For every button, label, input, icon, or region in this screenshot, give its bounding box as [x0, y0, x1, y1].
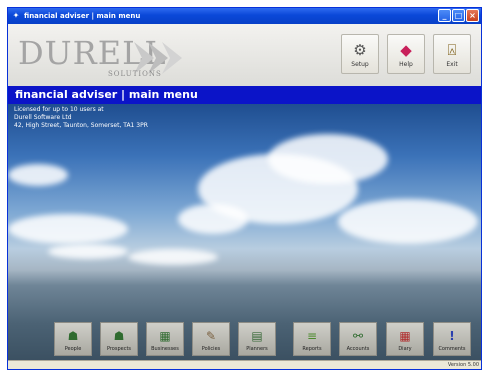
setup-icon: ⚙ [353, 41, 367, 59]
version-label: Version 5.00 [447, 362, 479, 368]
durell-logo: DURELL SOLUTIONS [16, 30, 186, 80]
prospects-icon: ☗ [113, 329, 125, 343]
planners-icon: ▤ [251, 329, 263, 343]
header: DURELL SOLUTIONS ⚙ Setup ◆ Help ⍓ Exit [8, 24, 481, 88]
people-button[interactable]: ☗ People [54, 322, 92, 356]
licence-line-1: Licensed for up to 10 users at [14, 106, 104, 113]
people-label: People [64, 346, 82, 352]
setup-label: Setup [351, 61, 369, 68]
comments-label: Comments [438, 346, 466, 352]
close-button[interactable]: × [466, 9, 479, 22]
logo-subtitle: SOLUTIONS [108, 70, 162, 78]
comments-button[interactable]: ! Comments [433, 322, 471, 356]
comments-icon: ! [449, 329, 455, 343]
app-window: ✦ financial adviser | main menu _ □ × DU… [7, 7, 482, 370]
background-image: Licensed for up to 10 users at Durell So… [8, 104, 481, 363]
diary-label: Diary [398, 346, 412, 352]
accounts-button[interactable]: ⚯ Accounts [339, 322, 377, 356]
exit-icon: ⍓ [447, 41, 457, 59]
help-button[interactable]: ◆ Help [387, 34, 425, 74]
exit-label: Exit [446, 61, 458, 68]
diary-button[interactable]: ▦ Diary [386, 322, 424, 356]
policies-button[interactable]: ✎ Policies [192, 322, 230, 356]
businesses-button[interactable]: ▦ Businesses [146, 322, 184, 356]
reports-label: Reports [302, 346, 322, 352]
accounts-label: Accounts [346, 346, 370, 352]
people-icon: ☗ [67, 329, 79, 343]
page-title: financial adviser | main menu [15, 88, 198, 101]
prospects-button[interactable]: ☗ Prospects [100, 322, 138, 356]
policies-label: Policies [201, 346, 221, 352]
diary-icon: ▦ [399, 329, 411, 343]
app-icon: ✦ [12, 11, 20, 20]
accounts-icon: ⚯ [352, 329, 364, 343]
window-title: financial adviser | main menu [24, 12, 141, 20]
maximize-button[interactable]: □ [452, 9, 465, 22]
exit-button[interactable]: ⍓ Exit [433, 34, 471, 74]
page-banner: financial adviser | main menu [8, 86, 481, 104]
help-icon: ◆ [400, 41, 412, 59]
status-bar: Version 5.00 [8, 360, 481, 369]
prospects-label: Prospects [106, 346, 132, 352]
minimize-button[interactable]: _ [438, 9, 451, 22]
licence-info: Licensed for up to 10 users at Durell So… [14, 106, 148, 130]
reports-button[interactable]: ≡ Reports [293, 322, 331, 356]
main-menu-dock: ☗ People ☗ Prospects ▦ Businesses ✎ Poli… [8, 322, 481, 360]
setup-button[interactable]: ⚙ Setup [341, 34, 379, 74]
businesses-label: Businesses [151, 346, 179, 352]
planners-label: Planners [246, 346, 268, 352]
title-bar[interactable]: ✦ financial adviser | main menu _ □ × [8, 8, 481, 24]
licence-line-2: Durell Software Ltd [14, 114, 72, 121]
policies-icon: ✎ [205, 329, 217, 343]
window-controls: _ □ × [438, 9, 479, 22]
help-label: Help [399, 61, 413, 68]
businesses-icon: ▦ [159, 329, 171, 343]
reports-icon: ≡ [306, 329, 318, 343]
licence-line-3: 42, High Street, Taunton, Somerset, TA1 … [14, 122, 148, 129]
planners-button[interactable]: ▤ Planners [238, 322, 276, 356]
